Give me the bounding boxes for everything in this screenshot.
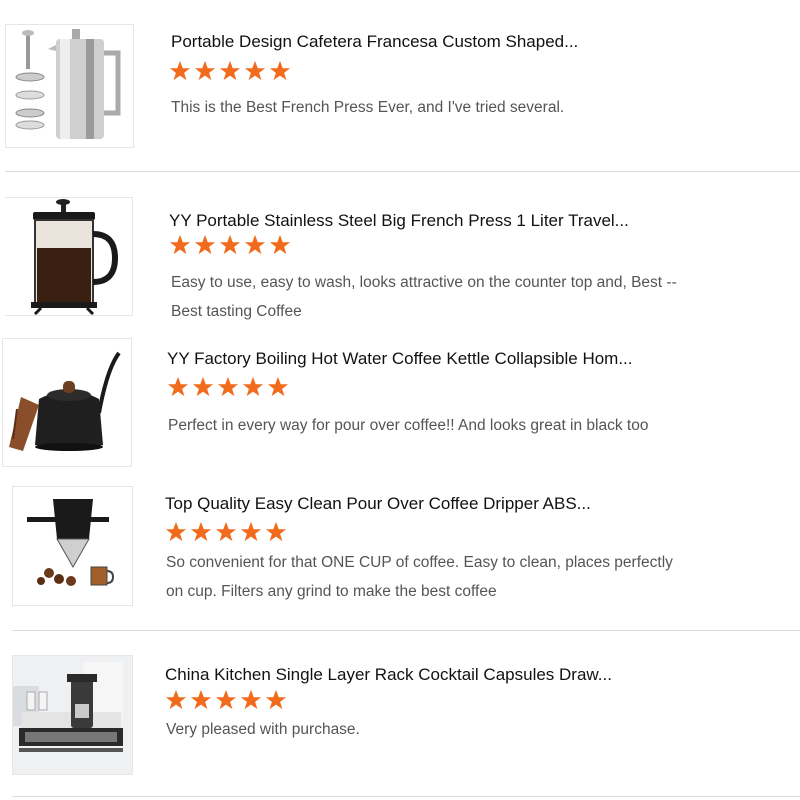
star-icon — [244, 60, 266, 81]
star-icon — [265, 521, 287, 542]
star-rating — [165, 689, 287, 711]
star-icon — [219, 234, 241, 255]
star-icon — [269, 234, 291, 255]
review-text: So convenient for that ONE CUP of coffee… — [166, 554, 673, 600]
star-icon — [192, 376, 214, 397]
star-icon — [169, 60, 191, 81]
pour-over-dripper-icon[interactable] — [12, 486, 133, 606]
stainless-french-press-icon[interactable] — [5, 24, 134, 148]
star-icon — [165, 521, 187, 542]
divider — [5, 171, 800, 172]
star-icon — [219, 60, 241, 81]
star-icon — [194, 234, 216, 255]
star-icon — [215, 521, 237, 542]
product-title[interactable]: YY Factory Boiling Hot Water Coffee Kett… — [167, 349, 633, 369]
star-icon — [167, 376, 189, 397]
star-icon — [244, 234, 266, 255]
star-icon — [190, 521, 212, 542]
star-icon — [269, 60, 291, 81]
star-rating — [169, 60, 291, 82]
star-icon — [240, 689, 262, 710]
star-icon — [165, 689, 187, 710]
review-text: Very pleased with purchase. — [166, 721, 360, 738]
product-title[interactable]: Portable Design Cafetera Francesa Custom… — [171, 32, 578, 52]
star-icon — [217, 376, 239, 397]
product-title[interactable]: YY Portable Stainless Steel Big French P… — [169, 211, 629, 231]
star-rating — [165, 521, 287, 543]
divider — [12, 630, 800, 631]
review-text: Easy to use, easy to wash, looks attract… — [171, 274, 677, 320]
review-text: Perfect in every way for pour over coffe… — [168, 417, 649, 434]
product-title[interactable]: Top Quality Easy Clean Pour Over Coffee … — [165, 494, 591, 514]
review-text: This is the Best French Press Ever, and … — [171, 99, 565, 116]
star-rating — [167, 376, 289, 398]
star-icon — [194, 60, 216, 81]
star-icon — [240, 521, 262, 542]
star-icon — [169, 234, 191, 255]
star-icon — [190, 689, 212, 710]
star-icon — [242, 376, 264, 397]
product-title[interactable]: China Kitchen Single Layer Rack Cocktail… — [165, 665, 612, 685]
star-icon — [215, 689, 237, 710]
star-icon — [265, 689, 287, 710]
star-icon — [267, 376, 289, 397]
divider — [12, 796, 800, 797]
gooseneck-kettle-icon[interactable] — [2, 338, 132, 467]
capsule-drawer-rack-icon[interactable] — [12, 655, 133, 775]
star-rating — [169, 234, 291, 256]
glass-french-press-icon[interactable] — [5, 197, 133, 316]
